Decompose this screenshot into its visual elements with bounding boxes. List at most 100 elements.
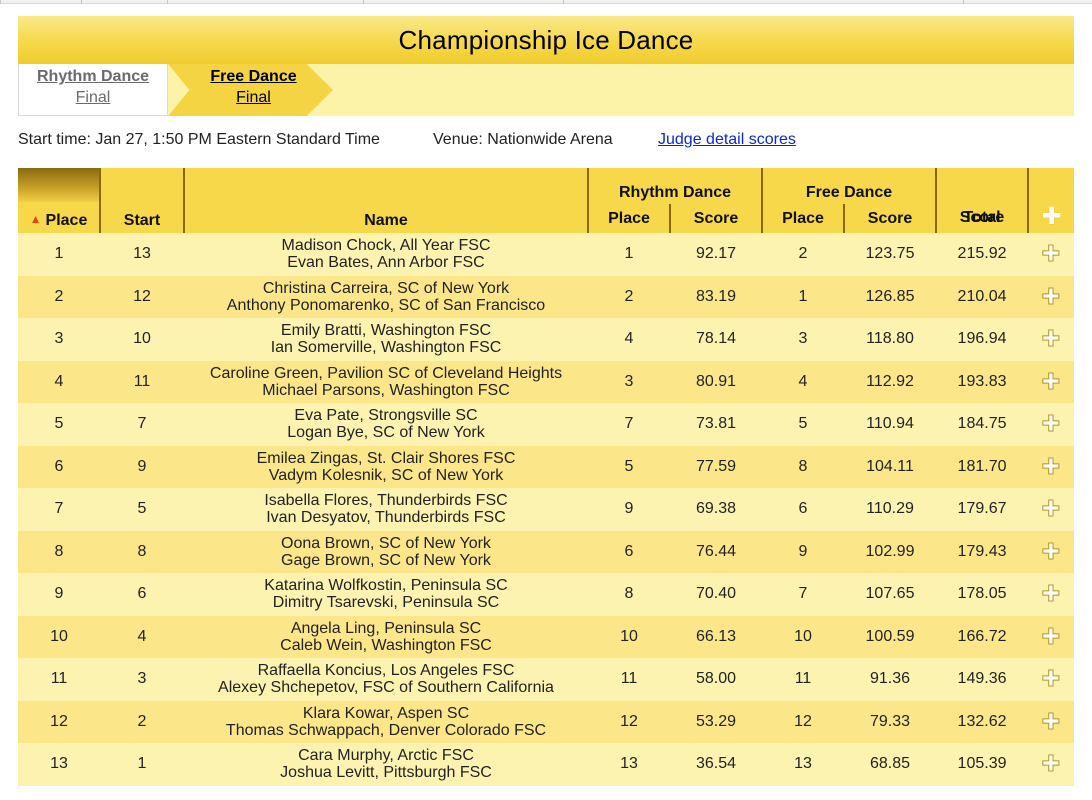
cell-start: 6: [100, 573, 184, 616]
cell-rd-place: 3: [588, 360, 670, 403]
col-header-rd-place[interactable]: Place: [587, 204, 670, 233]
skater-2: Logan Bye, SC of New York: [287, 424, 485, 442]
col-header-total-score[interactable]: Total Score: [935, 168, 1029, 233]
tab-rhythm-dance-title[interactable]: Rhythm Dance: [19, 67, 167, 87]
cell-expand[interactable]: ✚: [1028, 233, 1075, 276]
cell-fd-score: 107.65: [844, 573, 937, 616]
col-header-start-label: Start: [123, 212, 161, 229]
plus-icon[interactable]: ✚: [1041, 666, 1060, 692]
judge-detail-link[interactable]: Judge detail scores: [658, 131, 796, 149]
title-banner: Championship Ice Dance: [18, 16, 1074, 64]
cell-expand[interactable]: ✚: [1028, 743, 1075, 786]
cell-expand[interactable]: ✚: [1028, 403, 1075, 446]
col-header-name-label: Name: [364, 212, 408, 229]
cell-rd-place: 7: [588, 403, 670, 446]
cell-total-score: 210.04: [936, 275, 1029, 318]
table-row: 7 5 Isabella Flores, Thunderbirds FSC Ivan …: [18, 488, 1075, 531]
col-header-rd-score[interactable]: Score: [669, 204, 762, 233]
skater-2: Ivan Desyatov, Thunderbirds FSC: [266, 509, 506, 527]
cell-expand[interactable]: ✚: [1028, 658, 1075, 701]
skater-1: Raffaella Koncius, Los Angeles FSC: [257, 662, 515, 680]
table-row: 13 1 Cara Murphy, Arctic FSC Joshua Levitt,…: [18, 743, 1075, 786]
cell-expand[interactable]: ✚: [1028, 700, 1075, 743]
page-title: Championship Ice Dance: [398, 24, 694, 55]
cell-expand[interactable]: ✚: [1028, 530, 1075, 573]
plus-icon[interactable]: ✚: [1041, 581, 1060, 607]
cell-start: 8: [100, 530, 184, 573]
plus-icon[interactable]: ✚: [1041, 203, 1061, 230]
cell-name: Klara Kowar, Aspen SC Thomas Schwappach, …: [184, 700, 588, 743]
skater-1: Isabella Flores, Thunderbirds FSC: [264, 492, 508, 510]
cell-rd-place: 8: [588, 573, 670, 616]
cell-rd-score: 80.91: [670, 360, 762, 403]
cell-name: Madison Chock, All Year FSC Evan Bates, A…: [184, 233, 588, 276]
plus-icon[interactable]: ✚: [1041, 283, 1060, 309]
col-header-start[interactable]: Start: [99, 168, 184, 233]
skater-2: Anthony Ponomarenko, SC of San Francisco: [226, 296, 546, 314]
sort-ascending-icon[interactable]: ▲: [30, 212, 42, 226]
col-header-fd-score[interactable]: Score: [842, 204, 937, 233]
table-row: 5 7 Eva Pate, Strongsville SC Logan Bye, SC…: [18, 403, 1075, 446]
plus-icon[interactable]: ✚: [1041, 623, 1060, 649]
tab-rhythm-dance-sub[interactable]: Final: [19, 87, 167, 109]
skater-1: Katarina Wolfkostin, Peninsula SC: [264, 577, 508, 595]
cell-expand[interactable]: ✚: [1028, 488, 1075, 531]
cell-total-score: 193.83: [936, 360, 1029, 403]
cell-rd-score: 69.38: [670, 488, 762, 531]
cell-name: Raffaella Koncius, Los Angeles FSC Alexey…: [184, 658, 588, 701]
skater-2: Evan Bates, Ann Arbor FSC: [287, 254, 485, 272]
tab-free-dance-title[interactable]: Free Dance: [174, 67, 333, 87]
cell-place: 12: [18, 700, 100, 743]
cell-rd-score: 53.29: [670, 700, 762, 743]
col-header-fd-place[interactable]: Place: [761, 204, 844, 233]
plus-icon[interactable]: ✚: [1041, 241, 1060, 267]
cell-expand[interactable]: ✚: [1028, 275, 1075, 318]
cell-fd-score: 104.11: [844, 445, 937, 488]
cell-total-score: 181.70: [936, 445, 1029, 488]
cell-expand[interactable]: ✚: [1028, 615, 1075, 658]
cell-expand[interactable]: ✚: [1028, 445, 1075, 488]
cell-total-score: 184.75: [936, 403, 1029, 446]
cell-fd-place: 4: [762, 360, 844, 403]
tab-rhythm-dance[interactable]: Rhythm Dance Final: [18, 64, 168, 116]
plus-icon[interactable]: ✚: [1041, 751, 1060, 777]
cell-total-score: 166.72: [936, 615, 1029, 658]
plus-icon[interactable]: ✚: [1041, 538, 1060, 564]
table-row: 12 2 Klara Kowar, Aspen SC Thomas Schwappac…: [18, 700, 1075, 743]
tab-free-dance-sub[interactable]: Final: [174, 87, 333, 109]
cell-expand[interactable]: ✚: [1028, 360, 1075, 403]
cell-place: 6: [18, 445, 100, 488]
table-row: 8 8 Oona Brown, SC of New York Gage Brown, …: [18, 530, 1075, 573]
cell-name: Caroline Green, Pavilion SC of Cleveland…: [184, 360, 588, 403]
cell-place: 11: [18, 658, 100, 701]
cell-expand[interactable]: ✚: [1028, 573, 1075, 616]
cell-rd-place: 1: [588, 233, 670, 276]
cell-rd-place: 5: [588, 445, 670, 488]
col-header-place-label: Place: [45, 212, 88, 229]
cell-fd-score: 112.92: [844, 360, 937, 403]
cell-rd-place: 11: [588, 658, 670, 701]
plus-icon[interactable]: ✚: [1041, 326, 1060, 352]
skater-1: Eva Pate, Strongsville SC: [294, 407, 478, 425]
cell-rd-place: 13: [588, 743, 670, 786]
cell-total-score: 132.62: [936, 700, 1029, 743]
skater-1: Madison Chock, All Year FSC: [281, 237, 491, 255]
cell-expand[interactable]: ✚: [1028, 318, 1075, 361]
cell-name: Cara Murphy, Arctic FSC Joshua Levitt, Pi…: [184, 743, 588, 786]
skater-2: Dimitry Tsarevski, Peninsula SC: [272, 594, 500, 612]
table-row: 1 13 Madison Chock, All Year FSC Evan Bates…: [18, 233, 1075, 276]
col-header-name[interactable]: Name: [183, 168, 588, 233]
plus-icon[interactable]: ✚: [1041, 708, 1060, 734]
plus-icon[interactable]: ✚: [1041, 368, 1060, 394]
cell-fd-score: 102.99: [844, 530, 937, 573]
plus-icon[interactable]: ✚: [1041, 411, 1060, 437]
tab-free-dance[interactable]: Free Dance Final: [168, 64, 333, 116]
cell-rd-score: 66.13: [670, 615, 762, 658]
col-header-place[interactable]: ▲ Place: [18, 168, 100, 233]
cell-total-score: 179.67: [936, 488, 1029, 531]
plus-icon[interactable]: ✚: [1041, 496, 1060, 522]
cell-fd-place: 8: [762, 445, 844, 488]
cell-rd-score: 83.19: [670, 275, 762, 318]
plus-icon[interactable]: ✚: [1041, 453, 1060, 479]
col-header-expand-all[interactable]: ✚: [1027, 168, 1075, 233]
